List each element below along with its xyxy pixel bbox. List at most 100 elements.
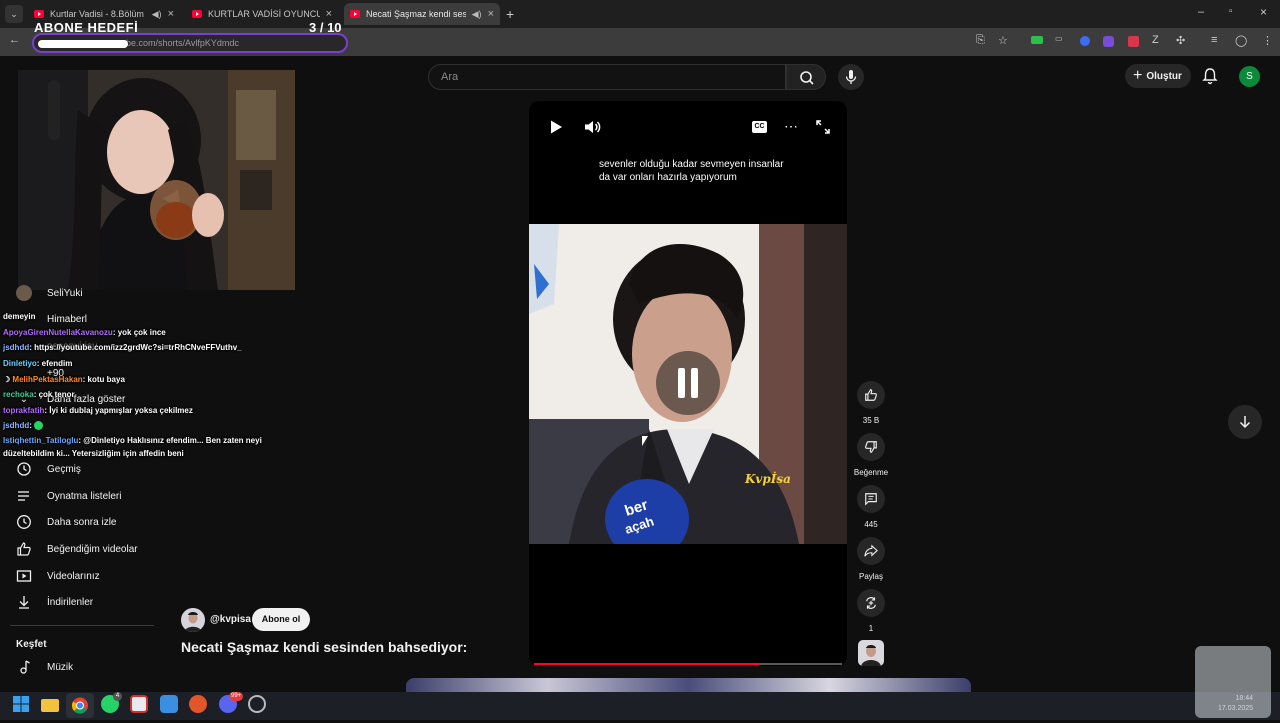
fullscreen-button[interactable] (816, 120, 830, 139)
sidebar-item-your-videos[interactable]: Videolarınız (14, 567, 100, 585)
restore-button[interactable]: ▫ (1229, 6, 1233, 17)
sidebar-item-liked-videos[interactable]: Beğendiğim videolar (14, 540, 138, 558)
chat-text: düzeltebildim ki... Yetersizliğim için a… (3, 449, 184, 458)
play-button[interactable] (548, 119, 564, 140)
brave-icon[interactable] (189, 695, 207, 713)
like-icon (14, 541, 34, 557)
extension-blue-icon[interactable] (1080, 36, 1090, 46)
captions-button[interactable]: CC (752, 121, 767, 133)
next-short-button[interactable] (1228, 405, 1262, 439)
chrome-icon[interactable] (66, 693, 94, 718)
sidebar-subscription-seliyuki[interactable]: SeliYuki (14, 284, 83, 302)
tab-close-icon[interactable]: × (326, 8, 332, 20)
discord-badge: 99+ (229, 692, 244, 701)
share-label: Paylaş (858, 572, 883, 581)
tab-search-button[interactable]: ⌄ (5, 5, 23, 23)
chat-text: : çok tenor (33, 390, 75, 399)
user-avatar[interactable]: S (1239, 66, 1260, 87)
system-clock[interactable]: 18:44 17.03.2025 (1218, 694, 1253, 714)
sidebar-item-music[interactable]: Müzik (14, 658, 73, 676)
browser-tab-strip: ⌄ Kurtlar Vadisi - 8.Bölüm | Fu ◀) × KUR… (0, 0, 1280, 28)
minimize-button[interactable]: – (1198, 6, 1204, 18)
chat-message: demeyin (3, 312, 35, 321)
tab-necati-sasmaz[interactable]: Necati Şaşmaz kendi sesinde ◀) × (344, 3, 500, 25)
like-button[interactable] (857, 381, 885, 409)
create-label: Oluştur (1146, 70, 1182, 82)
snipping-tool-icon[interactable] (130, 695, 148, 713)
tab-close-icon[interactable]: × (168, 8, 174, 20)
remix-button[interactable] (857, 589, 885, 617)
pause-icon (678, 368, 698, 398)
extension-z-icon[interactable]: Z (1152, 34, 1159, 46)
new-tab-button[interactable]: + (506, 6, 514, 22)
more-horizontal-icon: ⋯ (784, 118, 798, 134)
youtube-favicon-icon (350, 10, 360, 18)
thumbs-up-icon (865, 389, 877, 401)
chat-username: Dinletiyo (3, 359, 37, 368)
create-button[interactable]: + Oluştur (1125, 64, 1191, 88)
dislike-button[interactable] (857, 433, 885, 461)
comment-count: 445 (864, 520, 878, 529)
chat-text: : @Dinletiyo Haklısınız efendim... Ben z… (78, 436, 262, 445)
search-button[interactable] (786, 64, 826, 90)
sidebar-item-watch-later[interactable]: Daha sonra izle (14, 513, 116, 531)
photos-icon[interactable] (160, 695, 178, 713)
chat-username: jsdhdd (3, 343, 30, 352)
chat-username: rechoka (3, 390, 34, 399)
channel-handle[interactable]: @kvpisa (210, 614, 251, 625)
extension-purple-icon[interactable] (1103, 36, 1114, 47)
next-short-preview[interactable] (406, 678, 971, 692)
share-icon (864, 544, 878, 557)
browser-menu-icon[interactable]: ⋮ (1262, 34, 1273, 47)
bookmark-star-icon[interactable]: ☆ (998, 34, 1008, 47)
file-explorer-icon[interactable] (41, 699, 59, 712)
search-input[interactable]: Ara (428, 64, 786, 90)
mic-icon (845, 70, 857, 84)
extensions-puzzle-icon[interactable]: ✣ (1176, 34, 1185, 47)
media-control-icon[interactable]: ≡ (1211, 34, 1217, 46)
voice-search-button[interactable] (838, 64, 864, 90)
whatsapp-emoji-icon (34, 421, 44, 431)
chat-text: : efendim (36, 359, 73, 368)
play-icon (551, 120, 562, 134)
profile-icon[interactable]: ◯ (1235, 34, 1247, 47)
channel-avatar[interactable] (181, 608, 205, 632)
moon-icon: ☽ (3, 375, 13, 384)
plus-icon: + (1133, 67, 1143, 84)
more-options-button[interactable]: ⋯ (784, 118, 798, 135)
sidebar-item-downloads[interactable]: İndirilenler (14, 593, 93, 611)
extension-green-icon[interactable] (1031, 36, 1043, 44)
comments-button[interactable] (857, 485, 885, 513)
tab-close-icon[interactable]: × (488, 8, 494, 20)
install-app-icon[interactable]: ⎘ (976, 34, 985, 47)
sidebar-item-playlists[interactable]: Oynatma listeleri (14, 487, 121, 505)
share-button[interactable] (857, 537, 885, 565)
subscribe-button[interactable]: Abone ol (252, 608, 310, 631)
extension-cc-icon[interactable]: ▭ (1055, 34, 1063, 43)
playlist-icon (14, 488, 34, 504)
sidebar-item-history[interactable]: Geçmiş (14, 460, 81, 478)
notifications-button[interactable] (1201, 67, 1219, 90)
chat-username: jsdhdd (3, 421, 30, 430)
pause-indicator[interactable] (656, 351, 720, 415)
tab-audio-icon[interactable]: ◀) (472, 9, 482, 20)
volume-icon (585, 121, 601, 133)
tab-audio-icon[interactable]: ◀) (152, 9, 162, 20)
chat-message: Istiqhettin_Tatiloglu: @Dinletiyo Haklıs… (3, 436, 262, 445)
back-arrow-icon[interactable]: ← (9, 34, 20, 46)
youtube-favicon-icon (192, 10, 202, 18)
clock-date: 17.03.2025 (1218, 705, 1254, 712)
chat-username: demeyin (3, 312, 36, 321)
volume-button[interactable] (584, 119, 602, 140)
settings-icon[interactable] (248, 695, 266, 713)
sound-thumbnail[interactable] (858, 640, 884, 666)
comment-icon (865, 493, 877, 506)
window-close-button[interactable]: × (1260, 5, 1267, 19)
clock-time: 18:44 (1235, 695, 1254, 702)
windows-start-icon[interactable] (12, 695, 30, 713)
youtube-favicon-icon (34, 10, 44, 18)
extension-red-icon[interactable] (1128, 36, 1139, 47)
sidebar-divider (10, 625, 154, 626)
video-subtitles: sevenler olduğu kadar sevmeyen insanlar … (599, 158, 784, 184)
chat-text: : https://youtube.com/izz2grdWc?si=trRhC… (29, 343, 242, 352)
